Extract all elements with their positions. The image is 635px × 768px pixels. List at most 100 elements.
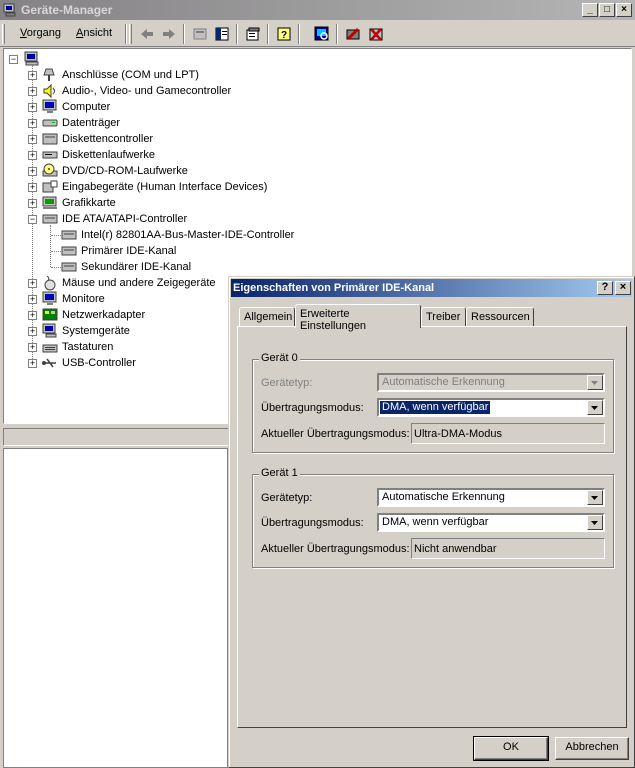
scan-hardware-icon[interactable] — [312, 24, 332, 44]
tree-category-label: Netzwerkadapter — [62, 309, 146, 321]
chevron-down-icon — [587, 375, 603, 390]
toolbar-separator — [125, 24, 127, 44]
expand-icon[interactable]: + — [28, 183, 37, 192]
collapse-icon[interactable]: − — [28, 215, 37, 224]
tab-erweiterte-einstellungen[interactable]: Erweiterte Einstellungen — [295, 304, 421, 332]
device1-mode-select[interactable]: DMA, wenn verfügbar — [377, 513, 605, 532]
expand-icon[interactable]: + — [28, 311, 37, 320]
ok-button[interactable]: OK — [473, 736, 549, 761]
device0-group-title: Gerät 0 — [259, 352, 300, 364]
device0-type-select: Automatische Erkennung — [377, 373, 605, 392]
toolbar-separator — [298, 24, 300, 44]
disable-device-icon[interactable] — [343, 24, 363, 44]
device-list-icon[interactable] — [190, 24, 210, 44]
help-icon[interactable]: ? — [274, 24, 294, 44]
device0-group: Gerät 0 Gerätetyp: Automatische Erkennun… — [252, 352, 614, 453]
device1-mode-label: Übertragungsmodus: — [261, 517, 364, 529]
device0-current-value: Ultra-DMA-Modus — [414, 428, 503, 440]
device0-mode-select[interactable]: DMA, wenn verfügbar — [377, 398, 605, 417]
tree-line — [51, 267, 61, 268]
dialog-title: Eigenschaften von Primärer IDE-Kanal — [233, 282, 435, 294]
tree-category-label: Systemgeräte — [62, 325, 130, 337]
menu-ansicht[interactable]: Ansicht — [76, 27, 112, 39]
maximize-button[interactable]: □ — [599, 3, 615, 17]
dialog-close-button[interactable]: × — [615, 281, 631, 295]
network-adapter-icon — [42, 307, 58, 323]
menu-vorgang[interactable]: Vorgang — [20, 27, 61, 39]
expand-icon[interactable]: + — [28, 87, 37, 96]
device0-current-field: Ultra-DMA-Modus — [411, 423, 605, 444]
expand-icon[interactable]: + — [28, 343, 37, 352]
toolbar-separator — [336, 24, 338, 44]
expand-icon[interactable]: + — [28, 359, 37, 368]
device1-group-title: Gerät 1 — [259, 467, 300, 479]
tree-line — [51, 235, 61, 236]
tab-panel: Gerät 0 Gerätetyp: Automatische Erkennun… — [237, 326, 627, 728]
tree-category-label: USB-Controller — [62, 357, 136, 369]
expand-icon[interactable]: + — [28, 327, 37, 336]
expand-icon[interactable]: + — [28, 167, 37, 176]
monitor-icon — [42, 291, 58, 307]
tree-category-label: IDE ATA/ATAPI-Controller — [62, 213, 188, 225]
expand-icon[interactable]: + — [28, 199, 37, 208]
device0-mode-value: DMA, wenn verfügbar — [378, 400, 492, 415]
help-button[interactable]: ? — [597, 281, 613, 295]
window-title: Geräte-Manager — [21, 3, 113, 17]
collapse-icon[interactable]: − — [9, 55, 18, 64]
cancel-button[interactable]: Abbrechen — [555, 737, 629, 760]
display-adapter-icon — [42, 195, 58, 211]
toolbar-grip[interactable] — [129, 24, 132, 44]
tab-treiber[interactable]: Treiber — [421, 307, 466, 327]
mouse-icon — [42, 275, 58, 291]
chevron-down-icon[interactable] — [587, 515, 603, 530]
back-arrow-icon[interactable] — [137, 24, 157, 44]
properties-icon[interactable] — [243, 24, 263, 44]
tree-category-label: Computer — [62, 101, 111, 113]
console-tree-icon[interactable] — [212, 24, 232, 44]
menu-vorgang-label: organg — [26, 27, 61, 39]
device0-mode-label: Übertragungsmodus: — [261, 402, 364, 414]
tree-category-label: Tastaturen — [62, 341, 114, 353]
expand-icon[interactable]: + — [28, 279, 37, 288]
floppy-drive-icon — [42, 147, 58, 163]
expand-icon[interactable]: + — [28, 103, 37, 112]
tree-category-label: Eingabegeräte (Human Interface Devices) — [62, 181, 268, 193]
tree-line — [51, 251, 61, 252]
device0-type-value: Automatische Erkennung — [382, 376, 505, 388]
toolbar-separator — [236, 24, 238, 44]
cdrom-icon — [42, 163, 58, 179]
dialog-title-bar[interactable]: Eigenschaften von Primärer IDE-Kanal ? × — [231, 279, 632, 297]
tab-ressourcen[interactable]: Ressourcen — [466, 307, 534, 327]
tab-allgemein[interactable]: Allgemein — [239, 307, 295, 327]
tree-line — [50, 225, 51, 267]
expand-icon[interactable]: + — [28, 71, 37, 80]
device1-type-select[interactable]: Automatische Erkennung — [377, 488, 605, 507]
device-manager-icon — [3, 3, 16, 17]
tree-category-label: DVD/CD-ROM-Laufwerke — [62, 165, 188, 177]
toolbar-separator — [267, 24, 269, 44]
minimize-button[interactable]: _ — [582, 3, 598, 17]
device1-current-label: Aktueller Übertragungsmodus: — [261, 543, 410, 555]
keyboard-icon — [42, 339, 58, 355]
device0-current-label: Aktueller Übertragungsmodus: — [261, 428, 410, 440]
menu-toolbar: Vorgang Ansicht ? — [0, 21, 635, 47]
system-device-icon — [42, 323, 58, 339]
expand-icon[interactable]: + — [28, 295, 37, 304]
expand-icon[interactable]: + — [28, 151, 37, 160]
ide-channel-icon — [61, 259, 77, 275]
expand-icon[interactable]: + — [28, 119, 37, 128]
uninstall-device-icon[interactable] — [366, 24, 386, 44]
forward-arrow-icon[interactable] — [159, 24, 179, 44]
speaker-icon — [42, 83, 58, 99]
chevron-down-icon[interactable] — [587, 490, 603, 505]
tree-category-label: Mäuse und andere Zeigegeräte — [62, 277, 216, 289]
title-bar[interactable]: Geräte-Manager _ □ × — [0, 0, 635, 20]
lower-pane — [3, 448, 228, 768]
device1-type-label: Gerätetyp: — [261, 492, 313, 504]
close-button[interactable]: × — [616, 3, 632, 17]
toolbar-grip[interactable] — [2, 24, 5, 44]
ide-channel-icon — [61, 243, 77, 259]
chevron-down-icon[interactable] — [587, 400, 603, 415]
expand-icon[interactable]: + — [28, 135, 37, 144]
tree-device-label: Primärer IDE-Kanal — [81, 245, 177, 257]
